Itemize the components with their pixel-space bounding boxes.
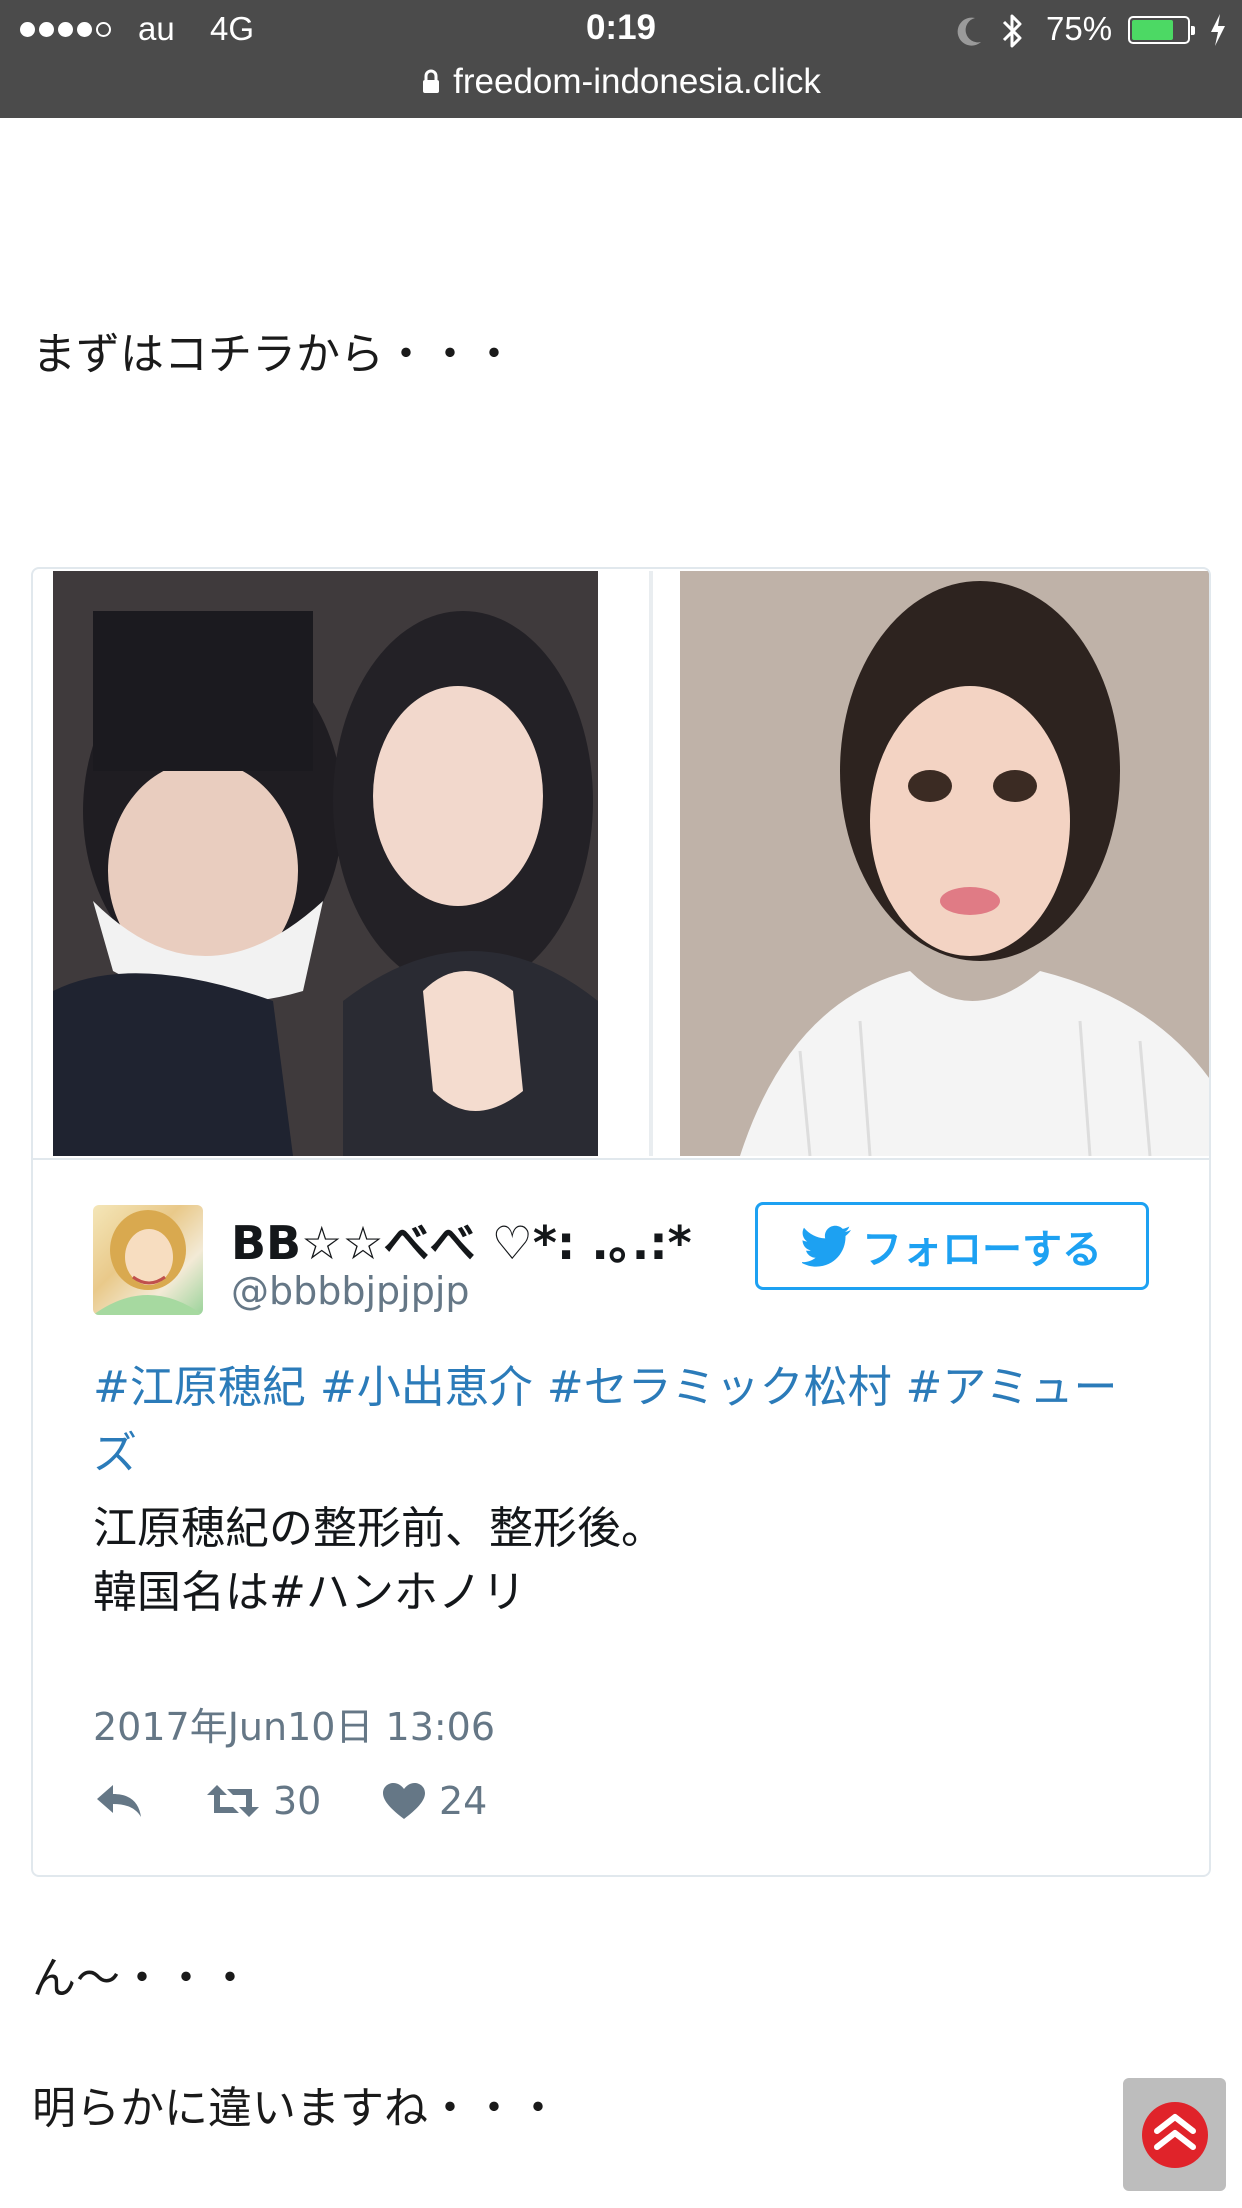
charging-bolt-icon: [1211, 14, 1225, 46]
follow-button[interactable]: フォローする: [755, 1202, 1149, 1290]
like-button[interactable]: 24: [381, 1779, 487, 1823]
battery-percent: 75%: [1046, 10, 1113, 47]
intro-text: まずはコチラから・・・: [32, 329, 516, 380]
url-domain: freedom-indonesia.click: [453, 62, 821, 101]
after-photo[interactable]: i: [680, 571, 1209, 1156]
article-text: 明らかに違いますね・・・: [32, 2083, 560, 2134]
follow-button-label: フォローする: [862, 1227, 1102, 1273]
retweet-icon: [207, 1785, 259, 1817]
tweet-hashtags[interactable]: #江原穂紀 #小出恵介 #セラミック松村 #アミューズ: [93, 1355, 1153, 1487]
heart-icon: [383, 1783, 425, 1819]
tweet-text-line: 江原穂紀の整形前、整形後。: [93, 1503, 665, 1554]
scroll-to-top-icon: [1141, 2101, 1208, 2168]
tweet-timestamp[interactable]: 2017年Jun10日 13:06: [93, 1696, 495, 1751]
battery-icon: [1128, 16, 1195, 44]
tweet-handle[interactable]: @bbbbjpjpjp: [231, 1269, 470, 1313]
like-count: 24: [439, 1779, 488, 1823]
retweet-count: 30: [273, 1779, 322, 1823]
before-photo[interactable]: [53, 571, 598, 1156]
reply-icon: [97, 1785, 141, 1817]
article-text: ん〜・・・: [32, 1953, 252, 2004]
status-bar: au 4G 0:19 75% freedom-indonesia.click: [0, 0, 1242, 118]
tweet-actions: 30 24: [93, 1779, 487, 1823]
moon-icon: [957, 17, 981, 46]
tweet-text-line: 韓国名は#ハンホノリ: [93, 1567, 526, 1618]
lock-icon: [423, 69, 440, 93]
twitter-bird-icon: [802, 1225, 851, 1267]
scroll-to-top-button[interactable]: [1123, 2078, 1226, 2191]
tweet-display-name[interactable]: BB☆☆べべ ♡*: .｡.:*: [231, 1207, 692, 1273]
reply-button[interactable]: [93, 1781, 205, 1821]
tweet-media[interactable]: i: [53, 571, 1209, 1156]
url-bar[interactable]: freedom-indonesia.click: [0, 60, 1242, 104]
embedded-tweet: i BB☆☆べべ ♡*: .｡.:* @bbbbjpjpjp フォローする #江…: [31, 567, 1211, 1877]
tweet-text: 江原穂紀の整形前、整形後。 韓国名は#ハンホノリ: [93, 1497, 1153, 1625]
bluetooth-icon: [1002, 14, 1022, 48]
avatar[interactable]: [93, 1205, 203, 1315]
retweet-button[interactable]: 30: [205, 1779, 381, 1823]
